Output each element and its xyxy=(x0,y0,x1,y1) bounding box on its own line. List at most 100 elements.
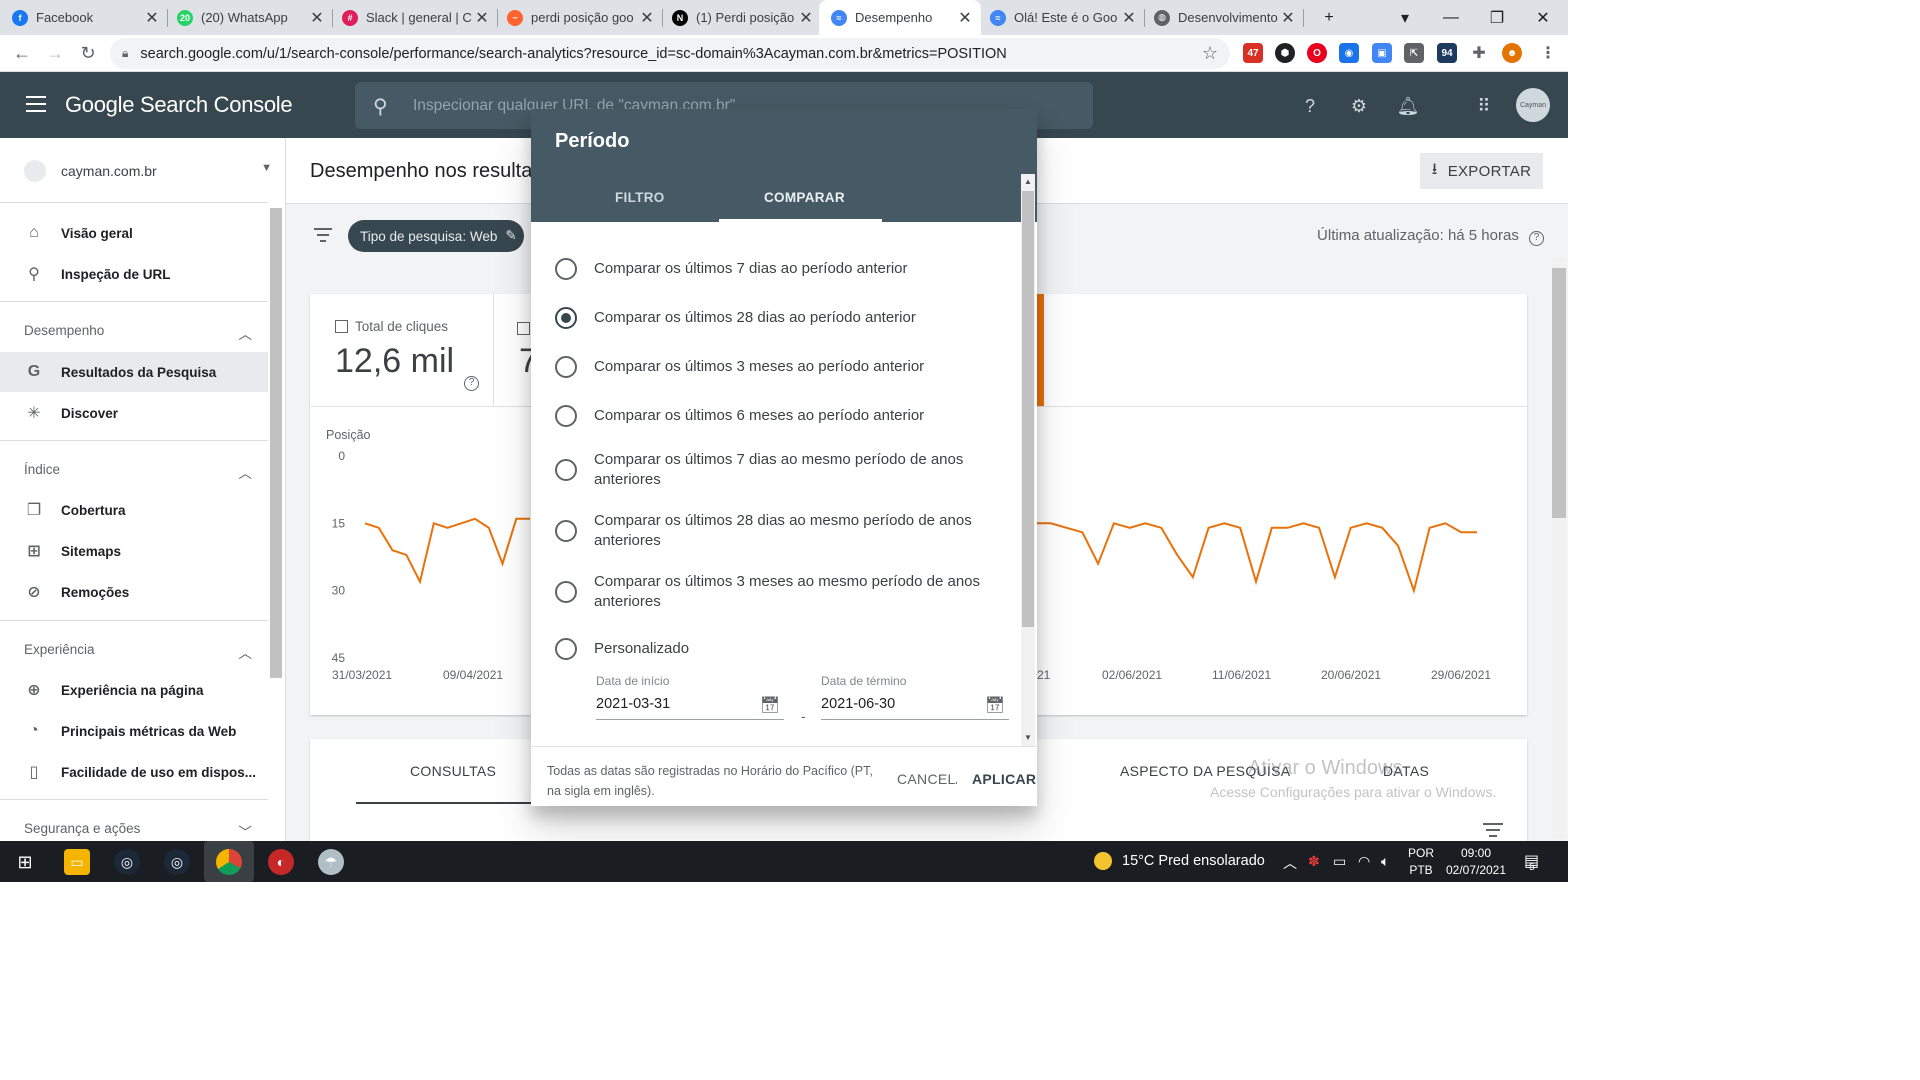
metric-checkbox[interactable] xyxy=(517,322,530,335)
account-avatar[interactable]: Cayman xyxy=(1516,88,1550,122)
radio-button[interactable] xyxy=(555,258,577,280)
tab-close-icon[interactable]: ✕ xyxy=(1119,8,1139,28)
steam-icon[interactable]: ◎ xyxy=(114,849,140,875)
sidebar-item-visao-geral[interactable]: ⌂ Visão geral xyxy=(0,213,268,253)
start-date-field[interactable]: Data de início 2021-03-31 📅︎ xyxy=(596,674,784,720)
dialog-scrollbar[interactable] xyxy=(1022,191,1034,627)
browser-tab[interactable]: ◍ Desenvolvimento ✕ xyxy=(1142,0,1304,35)
apps-grid-icon[interactable]: ⠿ xyxy=(1472,94,1496,118)
tab-close-icon[interactable]: ✕ xyxy=(142,8,162,28)
property-selector[interactable]: cayman.com.br ▼ xyxy=(24,156,272,186)
sidebar-item-discover[interactable]: ✳ Discover xyxy=(0,393,268,433)
weather-widget[interactable]: 15°C Pred ensolarado xyxy=(1094,852,1265,870)
back-arrow-icon[interactable]: ← xyxy=(8,39,36,67)
tray-chevron-icon[interactable]: ︿ xyxy=(1283,853,1297,873)
battery-icon[interactable]: ▭ xyxy=(1333,853,1346,870)
browser-tab[interactable]: N (1) Perdi posição ✕ xyxy=(660,0,822,35)
extension-hex-icon[interactable]: ⬢ xyxy=(1275,43,1295,63)
calendar-icon[interactable]: 📅︎ xyxy=(985,695,1005,715)
calendar-icon[interactable]: 📅︎ xyxy=(760,695,780,715)
help-icon[interactable]: ? xyxy=(464,376,479,391)
bell-icon[interactable]: 🔔︎ xyxy=(1396,94,1420,118)
tab-comparar[interactable]: COMPARAR xyxy=(764,190,845,205)
profile-avatar[interactable]: ☻ xyxy=(1502,43,1522,63)
extension-robot-icon[interactable]: ◉ xyxy=(1339,43,1359,63)
bookmark-star-icon[interactable]: ☆ xyxy=(1202,43,1218,64)
option-28-days-year-ago[interactable]: Comparar os últimos 28 dias ao mesmo per… xyxy=(555,511,1005,551)
browser-tab[interactable]: ~ perdi posição goo ✕ xyxy=(495,0,663,35)
tab-filtro[interactable]: FILTRO xyxy=(615,190,665,205)
browser-tab[interactable]: 20 (20) WhatsApp ✕ xyxy=(165,0,333,35)
sort-filter-icon[interactable] xyxy=(1483,823,1503,841)
sidebar-item-metricas-web[interactable]: ◔ Principais métricas da Web xyxy=(0,711,268,751)
tab-close-icon[interactable]: ✕ xyxy=(307,8,327,28)
section-experiencia[interactable]: Experiência ︿ xyxy=(24,642,252,662)
extensions-puzzle-icon[interactable]: ✚ xyxy=(1469,43,1489,63)
start-date-input[interactable]: 2021-03-31 📅︎ xyxy=(596,696,784,720)
metric-total-clicks[interactable]: Total de cliques 12,6 mil ? xyxy=(310,294,494,406)
sidebar-item-sitemaps[interactable]: ⊞ Sitemaps xyxy=(0,531,268,571)
radio-button[interactable] xyxy=(555,356,577,378)
radio-button-selected[interactable] xyxy=(555,307,577,329)
option-28-days-previous[interactable]: Comparar os últimos 28 dias ao período a… xyxy=(555,307,1005,329)
browser-tab[interactable]: ≈ Desempenho ✕ xyxy=(819,0,981,35)
help-icon[interactable]: ? xyxy=(1529,231,1544,246)
filter-icon[interactable] xyxy=(314,228,332,246)
option-3-months-year-ago[interactable]: Comparar os últimos 3 meses ao mesmo per… xyxy=(555,572,1005,612)
extension-pin-icon[interactable]: ⇱ xyxy=(1404,43,1424,63)
users-settings-icon[interactable]: ⚙ xyxy=(1347,94,1371,118)
new-tab-button[interactable]: + xyxy=(1306,0,1352,35)
sidebar-item-experiencia-pagina[interactable]: ⊕ Experiência na página xyxy=(0,670,268,710)
radio-button[interactable] xyxy=(555,520,577,542)
radio-button[interactable] xyxy=(555,459,577,481)
browser-tab[interactable]: f Facebook ✕ xyxy=(0,0,168,35)
radio-button[interactable] xyxy=(555,405,577,427)
cancel-button[interactable]: CANCELAR xyxy=(897,771,957,787)
sidebar-scrollbar[interactable] xyxy=(270,208,282,678)
maximize-icon[interactable]: ❐ xyxy=(1474,0,1520,35)
browser-menu-icon[interactable]: ⋮ xyxy=(1538,43,1558,63)
language-indicator[interactable]: POR PTB xyxy=(1408,845,1434,879)
reload-icon[interactable]: ↻ xyxy=(74,39,102,67)
option-custom[interactable]: Personalizado xyxy=(555,638,1005,660)
end-date-input[interactable]: 2021-06-30 📅︎ xyxy=(821,696,1009,720)
radio-button[interactable] xyxy=(555,581,577,603)
radio-button[interactable] xyxy=(555,638,577,660)
sidebar-item-inspecao-url[interactable]: ⚲ Inspeção de URL xyxy=(0,254,268,294)
tab-close-icon[interactable]: ✕ xyxy=(472,8,492,28)
section-indice[interactable]: Índice ︿ xyxy=(24,462,252,482)
sidebar-item-resultados-pesquisa[interactable]: G Resultados da Pesquisa xyxy=(0,352,268,392)
browser-tab[interactable]: # Slack | general | C ✕ xyxy=(330,0,498,35)
main-scrollbar[interactable] xyxy=(1552,268,1566,518)
extension-opera-icon[interactable]: O xyxy=(1307,43,1327,63)
option-3-months-previous[interactable]: Comparar os últimos 3 meses ao período a… xyxy=(555,356,1005,378)
extension-score-icon[interactable]: 94 xyxy=(1437,43,1457,63)
app-umbrella-icon[interactable]: ☂ xyxy=(318,849,344,875)
wifi-icon[interactable]: ◠ xyxy=(1358,853,1370,870)
gsc-logo[interactable]: Google Search Console xyxy=(65,92,293,118)
sidebar-item-usabilidade-movel[interactable]: ▯ Facilidade de uso em dispos... xyxy=(0,752,268,792)
tab-close-icon[interactable]: ✕ xyxy=(955,8,975,28)
tab-close-icon[interactable]: ✕ xyxy=(1278,8,1298,28)
tab-consultas[interactable]: CONSULTAS xyxy=(410,763,496,779)
export-button[interactable]: ⭳ EXPORTAR xyxy=(1420,153,1543,189)
scroll-down-arrow-icon[interactable]: ▼ xyxy=(1022,733,1034,742)
option-6-months-previous[interactable]: Comparar os últimos 6 meses ao período a… xyxy=(555,405,1005,427)
help-icon[interactable]: ? xyxy=(1298,94,1322,118)
notification-center-icon[interactable]: ▤5 xyxy=(1524,851,1545,873)
chrome-taskbar-button[interactable] xyxy=(204,841,254,882)
close-window-icon[interactable]: ✕ xyxy=(1520,0,1566,35)
apply-button[interactable]: APLICAR xyxy=(972,771,1036,787)
end-date-field[interactable]: Data de término 2021-06-30 📅︎ xyxy=(821,674,1009,720)
section-desempenho[interactable]: Desempenho ︿ xyxy=(24,323,252,343)
option-7-days-previous[interactable]: Comparar os últimos 7 dias ao período an… xyxy=(555,258,1005,280)
sidebar-item-cobertura[interactable]: ❐ Cobertura xyxy=(0,490,268,530)
extension-tab-icon[interactable]: ▣ xyxy=(1372,43,1392,63)
sidebar-item-remocoes[interactable]: ⊘ Remoções xyxy=(0,572,268,612)
search-type-chip[interactable]: Tipo de pesquisa: Web ✎ xyxy=(348,220,524,252)
clock[interactable]: 09:00 02/07/2021 xyxy=(1444,845,1508,879)
tab-close-icon[interactable]: ✕ xyxy=(637,8,657,28)
extension-calendar-icon[interactable]: 47 xyxy=(1243,43,1263,63)
section-seguranca[interactable]: Segurança e ações ﹀ xyxy=(24,821,252,841)
tab-search-icon[interactable]: ▾ xyxy=(1382,0,1428,35)
